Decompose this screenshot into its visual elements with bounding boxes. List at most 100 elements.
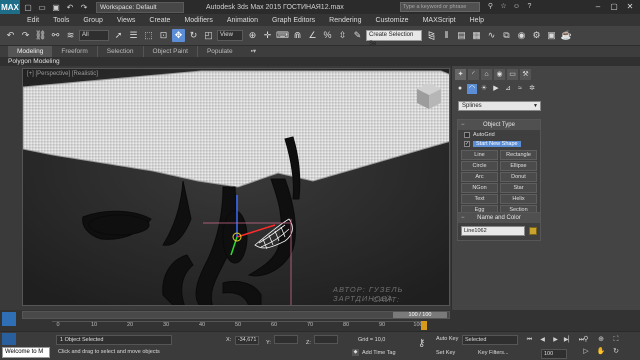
angle-snap-icon[interactable]: ∠ bbox=[306, 29, 319, 42]
ribbon-tab-selection[interactable]: Selection bbox=[96, 46, 143, 57]
menu-modifiers[interactable]: Modifiers bbox=[184, 17, 212, 24]
maximize-icon[interactable]: ▢ bbox=[606, 1, 622, 13]
undo-icon[interactable]: ↶ bbox=[4, 29, 17, 42]
auto-key-button[interactable]: Auto Key bbox=[436, 336, 458, 342]
time-slider-thumb[interactable]: 100 / 100 bbox=[393, 312, 447, 318]
search-input[interactable]: Type a keyword or phrase bbox=[400, 2, 480, 12]
y-value-input[interactable] bbox=[274, 335, 299, 344]
material-editor-icon[interactable]: ◉ bbox=[515, 29, 528, 42]
window-crossing-icon[interactable]: ⊡ bbox=[157, 29, 170, 42]
workspace-dropdown[interactable]: Workspace: Default bbox=[96, 1, 184, 13]
bind-space-warp-icon[interactable]: ≋ bbox=[64, 29, 77, 42]
ngon-button[interactable]: NGon bbox=[461, 183, 498, 193]
menu-help[interactable]: Help bbox=[470, 17, 484, 24]
helix-button[interactable]: Helix bbox=[500, 194, 537, 204]
next-frame-icon[interactable]: ▶▏ bbox=[563, 335, 574, 345]
undo-icon[interactable]: ↶ bbox=[64, 2, 76, 13]
ribbon-tab-object-paint[interactable]: Object Paint bbox=[142, 46, 197, 57]
hierarchy-tab-icon[interactable]: ⌂ bbox=[481, 69, 492, 80]
viewport-label[interactable]: [+] [Perspective] [Realistic] bbox=[27, 71, 98, 77]
open-file-icon[interactable]: ▭ bbox=[36, 2, 48, 13]
save-icon[interactable]: ▣ bbox=[50, 2, 62, 13]
menu-animation[interactable]: Animation bbox=[227, 17, 258, 24]
autogrid-checkbox[interactable] bbox=[464, 131, 470, 138]
maxscript-listener-icon[interactable] bbox=[2, 333, 16, 345]
object-type-header[interactable]: − Object Type bbox=[458, 120, 540, 130]
menu-customize[interactable]: Customize bbox=[375, 17, 408, 24]
star-button[interactable]: Star bbox=[500, 183, 537, 193]
move-icon[interactable]: ✥ bbox=[172, 29, 185, 42]
rectangle-button[interactable]: Rectangle bbox=[500, 150, 537, 160]
z-coordinate[interactable]: Z: bbox=[306, 335, 339, 346]
link-icon[interactable]: ⛓ bbox=[34, 29, 47, 42]
autogrid-row[interactable]: AutoGrid bbox=[458, 130, 540, 139]
select-object-icon[interactable]: ➚ bbox=[112, 29, 125, 42]
key-icon[interactable]: ⚷ bbox=[418, 338, 425, 349]
render-production-icon[interactable]: ☕ bbox=[560, 29, 573, 42]
rotate-icon[interactable]: ↻ bbox=[187, 29, 200, 42]
helpers-icon[interactable]: ⊿ bbox=[503, 84, 513, 94]
app-logo[interactable]: MAX bbox=[0, 0, 20, 14]
close-icon[interactable]: ✕ bbox=[622, 1, 638, 13]
y-coordinate[interactable]: Y: bbox=[266, 335, 299, 346]
key-filters-button[interactable]: Key Filters... bbox=[478, 350, 509, 356]
rectangular-selection-icon[interactable]: ⬚ bbox=[142, 29, 155, 42]
object-color-swatch[interactable] bbox=[529, 227, 537, 235]
snaps-toggle-icon[interactable]: ⋒ bbox=[291, 29, 304, 42]
menu-graph-editors[interactable]: Graph Editors bbox=[272, 17, 315, 24]
motion-tab-icon[interactable]: ◉ bbox=[494, 69, 505, 80]
unlink-icon[interactable]: ⚯ bbox=[49, 29, 62, 42]
pan-icon[interactable]: ✋ bbox=[595, 347, 607, 357]
z-value-input[interactable] bbox=[314, 335, 339, 344]
zoom-icon[interactable]: ⚲ bbox=[580, 335, 592, 345]
display-tab-icon[interactable]: ▭ bbox=[507, 69, 518, 80]
perspective-viewport[interactable]: [+] [Perspective] [Realistic] АВТОР: ГУЗ… bbox=[22, 68, 450, 306]
geometry-icon[interactable]: ● bbox=[455, 84, 465, 94]
star-icon[interactable]: ☆ bbox=[499, 2, 508, 11]
text-button[interactable]: Text bbox=[461, 194, 498, 204]
systems-icon[interactable]: ✲ bbox=[527, 84, 537, 94]
zoom-all-icon[interactable]: ⊕ bbox=[595, 335, 607, 345]
go-to-start-icon[interactable]: ⏮ bbox=[524, 335, 535, 345]
donut-button[interactable]: Donut bbox=[500, 172, 537, 182]
previous-frame-icon[interactable]: ◀ bbox=[537, 335, 548, 345]
rendered-frame-icon[interactable]: ▣ bbox=[545, 29, 558, 42]
selection-filter-dropdown[interactable]: All bbox=[79, 30, 109, 41]
render-setup-icon[interactable]: ⚙ bbox=[530, 29, 543, 42]
named-selection-set-dropdown[interactable]: Create Selection Se bbox=[366, 30, 422, 47]
mini-curve-editor-icon[interactable] bbox=[2, 312, 16, 326]
ribbon-panel-label[interactable]: Polygon Modeling bbox=[0, 57, 640, 66]
keyboard-shortcut-icon[interactable]: ⌨ bbox=[276, 29, 289, 42]
add-time-tag[interactable]: ◆ Add Time Tag bbox=[352, 349, 396, 356]
mirror-icon[interactable]: ⧎ bbox=[425, 29, 438, 42]
percent-snap-icon[interactable]: % bbox=[321, 29, 334, 42]
layer-explorer-icon[interactable]: ▤ bbox=[455, 29, 468, 42]
spinner-snap-icon[interactable]: ⇳ bbox=[336, 29, 349, 42]
select-manipulate-icon[interactable]: ✛ bbox=[261, 29, 274, 42]
new-file-icon[interactable]: ▢ bbox=[22, 2, 34, 13]
redo-icon[interactable]: ↷ bbox=[19, 29, 32, 42]
line-button[interactable]: Line bbox=[461, 150, 498, 160]
menu-create[interactable]: Create bbox=[149, 17, 170, 24]
modify-tab-icon[interactable]: ◜ bbox=[468, 69, 479, 80]
time-slider[interactable]: 100 / 100 bbox=[22, 311, 450, 319]
minimize-icon[interactable]: – bbox=[590, 1, 606, 13]
start-new-shape-row[interactable]: ✓ Start New Shape bbox=[458, 139, 540, 148]
ribbon-tab-populate[interactable]: Populate bbox=[196, 46, 242, 57]
circle-button[interactable]: Circle bbox=[461, 161, 498, 171]
redo-icon[interactable]: ↷ bbox=[78, 2, 90, 13]
create-tab-icon[interactable]: ✦ bbox=[455, 69, 466, 80]
ref-coord-dropdown[interactable]: View bbox=[217, 30, 243, 41]
track-bar[interactable]: 0 10 20 30 40 50 60 70 80 90 100 bbox=[52, 321, 424, 330]
category-dropdown[interactable]: Splines ▼ bbox=[458, 101, 541, 111]
toggle-ribbon-icon[interactable]: ▦ bbox=[470, 29, 483, 42]
ribbon-options-icon[interactable]: ▪▾ bbox=[242, 46, 266, 57]
schematic-view-icon[interactable]: ⧉ bbox=[500, 29, 513, 42]
menu-group[interactable]: Group bbox=[83, 17, 102, 24]
arc-button[interactable]: Arc bbox=[461, 172, 498, 182]
user-icon[interactable]: ☺ bbox=[512, 2, 521, 11]
field-of-view-icon[interactable]: ▷ bbox=[580, 347, 592, 357]
menu-rendering[interactable]: Rendering bbox=[329, 17, 361, 24]
maxscript-mini-listener[interactable]: Welcome to M bbox=[2, 347, 50, 358]
menu-edit[interactable]: Edit bbox=[27, 17, 39, 24]
